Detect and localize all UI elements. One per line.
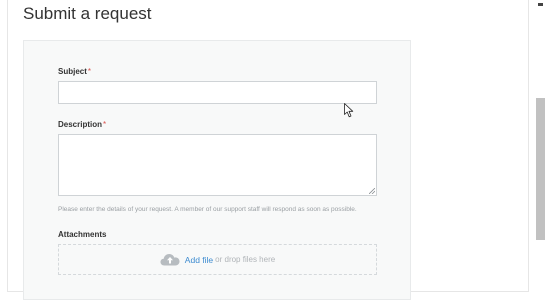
cloud-upload-icon: [160, 254, 180, 266]
description-required-marker: *: [103, 120, 107, 129]
description-textarea[interactable]: [58, 134, 377, 196]
vertical-scrollbar[interactable]: [536, 0, 545, 291]
description-label: Description*: [58, 120, 106, 129]
drop-files-text: or drop files here: [215, 255, 276, 264]
mouse-pointer-icon: [344, 103, 354, 118]
add-file-link[interactable]: Add file: [185, 255, 213, 265]
page-title: Submit a request: [23, 4, 152, 23]
subject-required-marker: *: [87, 67, 92, 76]
description-hint: Please enter the details of your request…: [58, 206, 357, 213]
attachments-label: Attachments: [58, 230, 107, 239]
subject-label-text: Subject: [58, 67, 87, 76]
scrollbar-thumb[interactable]: [536, 98, 545, 240]
resize-handle-icon[interactable]: [369, 188, 375, 194]
attachment-dropzone[interactable]: Add file or drop files here: [58, 244, 377, 275]
subject-input[interactable]: [58, 81, 377, 104]
description-label-text: Description: [58, 120, 103, 129]
scroll-up-icon[interactable]: [538, 3, 543, 6]
viewport: Submit a request Subject* Description* P…: [0, 0, 550, 305]
subject-label: Subject*: [58, 67, 91, 76]
dropzone-content: Add file or drop files here: [59, 245, 376, 274]
request-form: Subject* Description* Please enter the d…: [23, 40, 411, 300]
